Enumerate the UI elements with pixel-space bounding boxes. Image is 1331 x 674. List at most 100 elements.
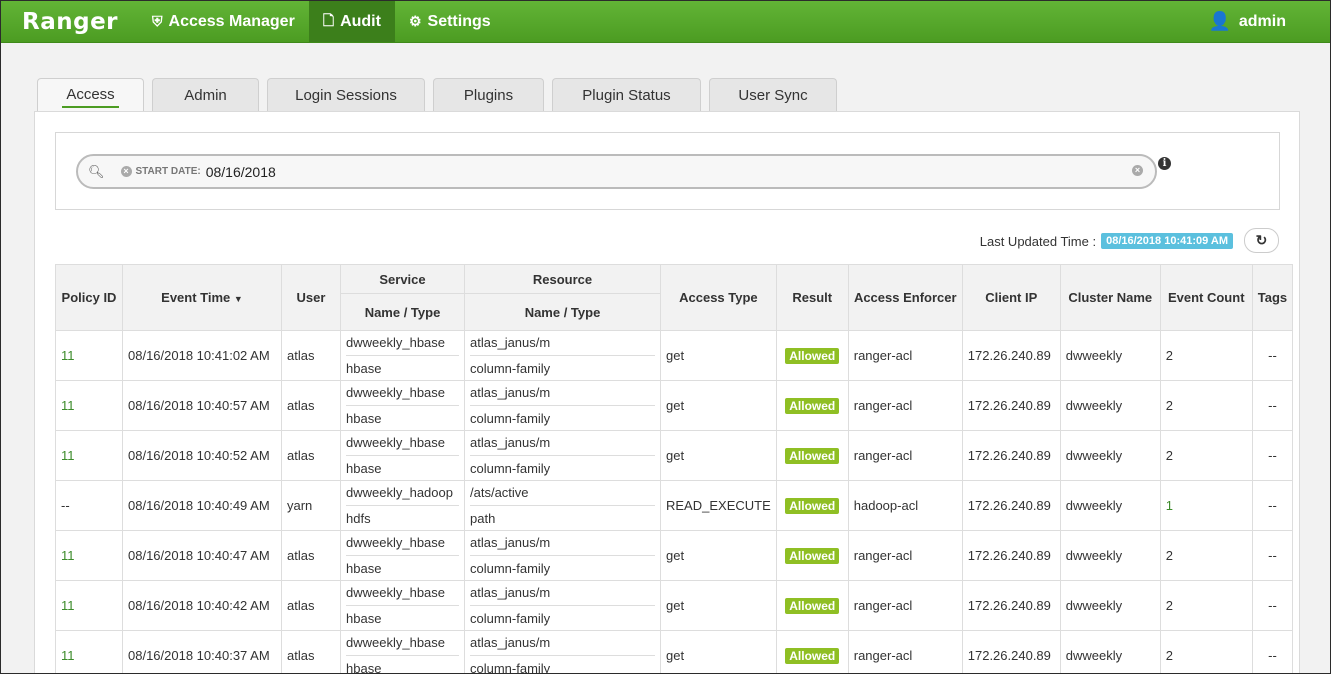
- resource-cell: atlas_janus/m column-family: [464, 430, 661, 481]
- resource-name: atlas_janus/m: [470, 382, 655, 406]
- service-cell: dwweekly_hbasehbase: [340, 630, 465, 674]
- resource-name: atlas_janus/m: [470, 582, 655, 606]
- event-count-cell: 2: [1159, 580, 1253, 631]
- cluster-cell: dwweekly: [1059, 430, 1161, 481]
- event-count-cell: 2: [1159, 530, 1253, 581]
- cluster-cell: dwweekly: [1059, 630, 1161, 673]
- cluster-cell: dwweekly: [1059, 580, 1161, 631]
- policy-id-cell[interactable]: 11: [55, 580, 123, 631]
- event-count-cell: 2: [1159, 430, 1253, 481]
- service-type: hbase: [346, 461, 382, 476]
- service-type: hdfs: [346, 511, 371, 526]
- remove-filter-icon[interactable]: ×: [120, 166, 132, 177]
- table-row[interactable]: 11 08/16/2018 10:40:57 AM atlas dwweekly_hb…: [55, 380, 1294, 431]
- enforcer-cell: ranger-acl: [847, 530, 963, 581]
- cluster-cell: dwweekly: [1059, 480, 1161, 531]
- resource-cell: atlas_janus/m column-family: [464, 330, 661, 381]
- policy-id-cell[interactable]: 11: [55, 630, 123, 673]
- resource-cell: atlas_janus/m column-family: [464, 630, 661, 674]
- client-ip-cell: 172.26.240.89: [961, 330, 1061, 381]
- resource-type: path: [470, 511, 496, 526]
- tab-admin[interactable]: Admin: [152, 78, 259, 111]
- tab-plugin-status[interactable]: Plugin Status: [552, 78, 701, 111]
- access-type-cell: get: [660, 330, 777, 381]
- info-icon[interactable]: i: [1158, 157, 1171, 170]
- enforcer-cell: ranger-acl: [847, 630, 963, 673]
- policy-id-cell[interactable]: --: [55, 480, 123, 531]
- service-cell: dwweekly_hbase hbase: [340, 580, 465, 631]
- resource-cell: atlas_janus/m column-family: [464, 580, 661, 631]
- resource-type: column-family: [470, 661, 551, 674]
- user-cell: yarn: [281, 480, 341, 531]
- access-type-cell: get: [660, 630, 777, 673]
- tab-user-sync[interactable]: User Sync: [709, 78, 837, 111]
- col-access-type: Access Type: [660, 264, 777, 331]
- brand-logo[interactable]: Ranger: [1, 1, 138, 42]
- policy-id-cell[interactable]: 11: [55, 380, 123, 431]
- table-row[interactable]: 11 08/16/2018 10:40:37 AM atlas dwweekly_hb…: [55, 630, 1294, 674]
- nav-settings[interactable]: ⚙ Settings: [395, 1, 505, 42]
- service-type: hbase: [346, 661, 382, 674]
- access-type-cell: get: [660, 380, 777, 431]
- nav-audit-label: Audit: [340, 12, 381, 30]
- resource-type: column-family: [470, 411, 551, 426]
- service-name: dwweekly_hbase: [346, 432, 459, 456]
- col-group-resource: Resource: [464, 264, 661, 294]
- table-row[interactable]: 11 08/16/2018 10:40:52 AM atlas dwweekly_hb…: [55, 430, 1294, 481]
- table-row[interactable]: 11 08/16/2018 10:40:47 AM atlas dwweekly_hb…: [55, 530, 1294, 581]
- clear-search-icon[interactable]: ×: [1132, 165, 1143, 176]
- last-updated: Last Updated Time : 08/16/2018 10:41:09 …: [980, 233, 1233, 249]
- service-cell: dwweekly_hbase hbase: [340, 380, 465, 431]
- table-row[interactable]: -- 08/16/2018 10:40:49 AM yarn dwweekly_had…: [55, 480, 1294, 531]
- enforcer-cell: ranger-acl: [847, 330, 963, 381]
- service-type: hbase: [346, 561, 382, 576]
- col-resource-name-type: Name / Type: [464, 293, 661, 331]
- tab-plugins[interactable]: Plugins: [433, 78, 544, 111]
- service-type: hbase: [346, 411, 382, 426]
- resource-cell: atlas_janus/m column-family: [464, 530, 661, 581]
- result-cell: Allowed: [775, 480, 849, 531]
- event-count-cell: 1: [1159, 480, 1253, 531]
- nav-audit[interactable]: 🗋 Audit: [308, 1, 395, 42]
- resource-name: atlas_janus/m: [470, 632, 655, 656]
- search-container: 🔍︎ × START DATE: 08/16/2018 × i: [55, 132, 1280, 210]
- policy-id-cell[interactable]: 11: [55, 430, 123, 481]
- nav-access-manager[interactable]: ⛨ Access Manager: [138, 1, 309, 42]
- cluster-cell: dwweekly: [1059, 330, 1161, 381]
- col-event-time[interactable]: Event Time ▼: [122, 264, 282, 331]
- tags-cell: --: [1251, 480, 1294, 531]
- cluster-cell: dwweekly: [1059, 380, 1161, 431]
- table-row[interactable]: 11 08/16/2018 10:40:42 AM atlas dwweekly_hb…: [55, 580, 1294, 631]
- client-ip-cell: 172.26.240.89: [961, 430, 1061, 481]
- resource-cell: atlas_janus/m column-family: [464, 380, 661, 431]
- policy-id-cell[interactable]: 11: [55, 530, 123, 581]
- policy-id-cell[interactable]: 11: [55, 330, 123, 381]
- status-badge: Allowed: [785, 447, 840, 464]
- filter-value[interactable]: 08/16/2018: [206, 164, 276, 180]
- last-updated-label: Last Updated Time :: [979, 233, 1097, 249]
- audit-tabs: Access Admin Login Sessions Plugins Plug…: [37, 78, 845, 111]
- col-service-name-type: Name / Type: [340, 293, 465, 331]
- enforcer-cell: ranger-acl: [847, 430, 963, 481]
- col-cluster-name: Cluster Name: [1059, 264, 1161, 331]
- event-time-cell: 08/16/2018 10:40:49 AM: [122, 480, 282, 531]
- service-name: dwweekly_hbase: [346, 532, 459, 556]
- col-user: User: [281, 264, 341, 331]
- last-updated-badge: 08/16/2018 10:41:09 AM: [1101, 233, 1233, 249]
- refresh-button[interactable]: ↻: [1244, 228, 1279, 253]
- service-name: dwweekly_hbase: [346, 632, 459, 656]
- tab-login-sessions[interactable]: Login Sessions: [267, 78, 425, 111]
- search-input[interactable]: 🔍︎ × START DATE: 08/16/2018 ×: [76, 154, 1157, 189]
- gear-icon: ⚙: [408, 13, 422, 29]
- result-cell: Allowed: [775, 380, 849, 431]
- col-access-enforcer: Access Enforcer: [847, 264, 963, 331]
- user-cell: atlas: [281, 530, 341, 581]
- tab-access[interactable]: Access: [37, 78, 144, 111]
- table-row[interactable]: 11 08/16/2018 10:41:02 AM atlas dwweekly_hb…: [55, 330, 1294, 381]
- col-tags: Tags: [1251, 264, 1294, 331]
- user-cell: atlas: [281, 580, 341, 631]
- event-time-cell: 08/16/2018 10:41:02 AM: [122, 330, 282, 381]
- tags-cell: --: [1251, 330, 1294, 381]
- user-menu[interactable]: 👤 admin: [1194, 1, 1330, 42]
- client-ip-cell: 172.26.240.89: [961, 630, 1061, 673]
